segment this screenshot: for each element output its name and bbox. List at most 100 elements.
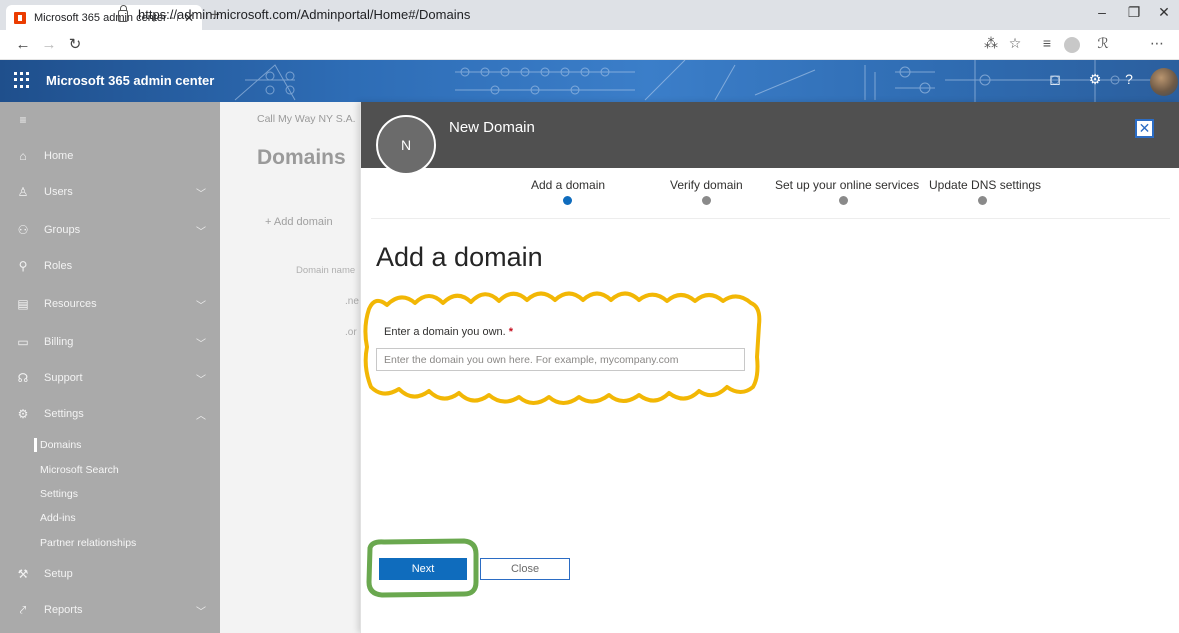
sidebar-item-resources[interactable]: ▤ Resources ﹀ [0, 286, 220, 322]
page-title: Domains [257, 146, 346, 169]
app-name[interactable]: Microsoft 365 admin center [46, 73, 214, 88]
step-divider [371, 218, 1170, 219]
favorite-star-icon[interactable]: ☆ [1004, 35, 1026, 52]
sidebar-item-label: Roles [44, 260, 73, 272]
feedback-icon[interactable]: ℛ [1092, 35, 1114, 52]
breadcrumb: Call My Way NY S.A. [257, 113, 356, 125]
domain-name-column-header[interactable]: Domain name [296, 265, 355, 276]
home-icon: ⌂ [19, 149, 27, 163]
help-icon[interactable]: ? [1118, 71, 1140, 87]
chevron-up-icon: ︿ [196, 410, 206, 422]
new-domain-panel: New Domain ✕ N Add a domain Verify domai… [360, 102, 1179, 633]
sidebar: ≡ ⌂ Home ♙ Users ﹀ ⚇ Groups ﹀ ⚲ Roles ▤ … [0, 102, 220, 633]
sidebar-item-reports[interactable]: ⤤ Reports ﹀ [0, 592, 220, 628]
step-update-dns: Update DNS settings [929, 178, 1042, 192]
resources-icon: ▤ [17, 297, 29, 311]
back-arrow-icon[interactable]: ← [10, 32, 36, 58]
window-close-button[interactable]: ✕ [1150, 4, 1178, 21]
sidebar-item-label: Groups [44, 224, 81, 236]
sidebar-item-users[interactable]: ♙ Users ﹀ [0, 174, 220, 210]
minimize-button[interactable]: – [1088, 4, 1116, 20]
support-icon: ☊ [17, 371, 29, 385]
chevron-down-icon: ﹀ [196, 374, 206, 386]
domain-row[interactable]: .ne [345, 296, 359, 307]
restore-button[interactable]: ❐ [1120, 4, 1148, 21]
sidebar-item-billing[interactable]: ▭ Billing ﹀ [0, 324, 220, 360]
billing-icon: ▭ [17, 335, 29, 349]
refresh-icon[interactable]: ↻ [62, 32, 88, 58]
url-field[interactable]: https://admin.microsoft.com/Adminportal/… [118, 4, 471, 22]
url-text: https://admin.microsoft.com/Adminportal/… [138, 7, 471, 22]
step-add-domain: Add a domain [531, 178, 606, 192]
step-dot [839, 196, 848, 205]
sidebar-subitem-settings[interactable]: Settings [40, 488, 78, 500]
profile-avatar[interactable] [1064, 37, 1080, 53]
app-launcher-icon[interactable] [14, 72, 30, 88]
sidebar-item-home[interactable]: ⌂ Home [0, 138, 220, 174]
sidebar-item-label: Billing [44, 336, 74, 348]
user-icon: ♙ [17, 185, 29, 199]
gear-icon[interactable]: ⚙ [1084, 71, 1106, 88]
step-dot [702, 196, 711, 205]
sidebar-item-label: Resources [44, 298, 97, 310]
background-page [220, 102, 360, 633]
sidebar-subitem-add-ins[interactable]: Add-ins [40, 512, 76, 524]
step-online-services: Set up your online services [775, 178, 920, 192]
screen: Microsoft 365 admin center - Do ✕ + – ❐ … [0, 0, 1179, 633]
sidebar-subitem-partner-relationships[interactable]: Partner relationships [40, 537, 136, 549]
sidebar-item-label: Home [44, 150, 74, 162]
favorites-list-icon[interactable]: ≡ [1036, 35, 1058, 51]
step-verify-domain: Verify domain [670, 178, 743, 192]
domain-field-label-text: Enter a domain you own. [384, 326, 506, 338]
chevron-down-icon: ﹀ [196, 300, 206, 312]
panel-header: New Domain ✕ [361, 102, 1179, 168]
sidebar-item-settings[interactable]: ⚙ Settings ︿ [0, 396, 220, 432]
sidebar-item-label: Settings [44, 408, 84, 420]
header-decoration [234, 60, 1155, 102]
forward-arrow-icon[interactable]: → [36, 32, 62, 58]
sidebar-item-label: Users [44, 186, 73, 198]
user-avatar[interactable] [1150, 68, 1178, 96]
section-heading: Add a domain [376, 242, 543, 272]
sidebar-item-support[interactable]: ☊ Support ﹀ [0, 360, 220, 396]
chevron-down-icon: ﹀ [196, 188, 206, 200]
step-dot [978, 196, 987, 205]
roles-icon: ⚲ [18, 259, 28, 273]
sidebar-subitem-microsoft-search[interactable]: Microsoft Search [40, 464, 119, 476]
bell-icon[interactable]: ◻ [1044, 71, 1066, 88]
more-options-icon[interactable]: ⋯ [1146, 35, 1168, 52]
read-aloud-icon[interactable]: ⁂ [980, 35, 1002, 52]
app-header: Microsoft 365 admin center ◻ ⚙ ? [0, 60, 1179, 102]
sidebar-item-label: Setup [44, 568, 73, 580]
hamburger-icon: ≡ [19, 113, 27, 127]
next-button[interactable]: Next [379, 558, 467, 580]
sidebar-collapse-button[interactable]: ≡ [0, 102, 220, 138]
chevron-down-icon: ﹀ [196, 338, 206, 350]
address-bar: ← → ↻ [0, 30, 1179, 60]
active-indicator [34, 438, 37, 452]
domain-field-label: Enter a domain you own. * [384, 326, 513, 338]
close-button[interactable]: Close [480, 558, 570, 580]
sidebar-item-label: Support [44, 372, 83, 384]
domain-input[interactable] [376, 348, 745, 371]
panel-title: New Domain [449, 119, 535, 136]
step-dot-active [563, 196, 572, 205]
close-icon[interactable]: ✕ [1135, 119, 1154, 138]
sidebar-item-label: Reports [44, 604, 83, 616]
sidebar-item-setup[interactable]: ⚒ Setup [0, 556, 220, 592]
lock-icon [118, 4, 128, 22]
chevron-down-icon: ﹀ [196, 606, 206, 618]
sidebar-item-groups[interactable]: ⚇ Groups ﹀ [0, 212, 220, 248]
reports-icon: ⤤ [19, 602, 27, 617]
sidebar-item-roles[interactable]: ⚲ Roles [0, 248, 220, 284]
add-domain-button[interactable]: + Add domain [265, 216, 333, 228]
gear-icon: ⚙ [17, 407, 29, 421]
chevron-down-icon: ﹀ [196, 226, 206, 238]
panel-avatar: N [376, 115, 436, 175]
required-asterisk: * [508, 326, 513, 338]
sidebar-subitem-domains[interactable]: Domains [40, 439, 81, 451]
setup-icon: ⚒ [17, 567, 29, 581]
office-logo-icon [14, 11, 26, 24]
domain-row[interactable]: .or [345, 327, 357, 338]
groups-icon: ⚇ [17, 223, 29, 237]
